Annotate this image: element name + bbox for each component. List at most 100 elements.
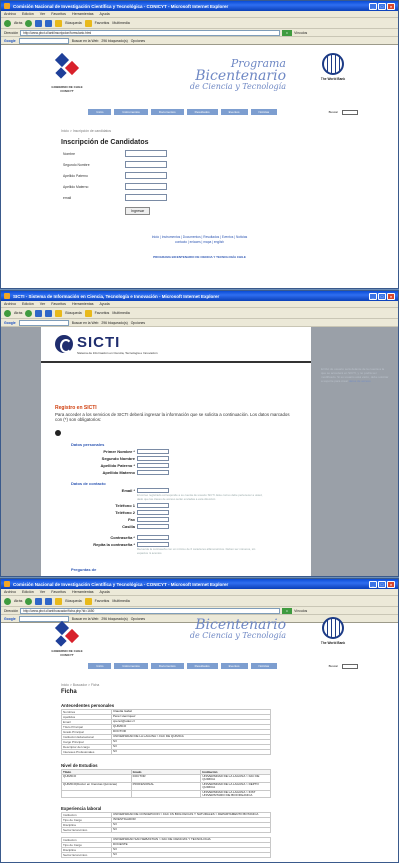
help-link[interactable]: datos de acceso	[349, 379, 371, 383]
menu-edicion[interactable]: Edición	[22, 302, 34, 306]
back-icon[interactable]	[4, 597, 11, 605]
menu-ver[interactable]: Ver	[40, 302, 45, 306]
breadcrumb[interactable]: Inicio > Buscador > Ficha	[61, 683, 398, 687]
google-search-button[interactable]: Buscar en la Web	[72, 321, 99, 325]
nombre-input[interactable]	[125, 150, 167, 157]
forward-icon[interactable]	[25, 597, 33, 605]
media-button[interactable]: Multimedia	[112, 311, 129, 315]
google-options-button[interactable]: Opciones	[131, 39, 145, 43]
google-search-input[interactable]	[18, 319, 69, 326]
nav-inicio[interactable]: Inicio	[88, 663, 112, 669]
search-button[interactable]: Búsqueda	[65, 599, 81, 603]
back-icon[interactable]	[4, 309, 11, 317]
telefono-2-input[interactable]	[137, 509, 169, 515]
links-label[interactable]: Vínculos	[294, 609, 307, 613]
go-button[interactable]: Ir	[282, 29, 293, 36]
google-options-button[interactable]: Opciones	[131, 321, 145, 325]
address-input[interactable]: http://www.pbct.cl/ant/buscador/ficha.ph…	[20, 607, 281, 614]
maximize-button[interactable]: □	[378, 580, 386, 588]
casilla-input[interactable]	[137, 523, 169, 529]
nav-documentos[interactable]: Documentos	[150, 109, 184, 115]
menu-edicion[interactable]: Edición	[22, 12, 34, 16]
breadcrumb[interactable]: Inicio > Inscripción de candidatos	[61, 129, 398, 133]
nav-instrumentos[interactable]: Instrumentos	[114, 109, 148, 115]
menu-ayuda[interactable]: Ayuda	[100, 302, 110, 306]
menu-archivo[interactable]: Archivo	[4, 590, 16, 594]
nav-noticias[interactable]: Noticias	[250, 109, 278, 115]
back-icon[interactable]	[4, 19, 11, 27]
telefono-1-input[interactable]	[137, 502, 169, 508]
refresh-icon[interactable]	[45, 309, 53, 317]
site-search-input[interactable]	[342, 663, 358, 669]
segundo-nombre-input[interactable]	[125, 161, 167, 168]
close-button[interactable]: ×	[387, 2, 395, 10]
email-input[interactable]	[137, 487, 169, 493]
menu-archivo[interactable]: Archivo	[4, 302, 16, 306]
links-label[interactable]: Vínculos	[294, 31, 307, 35]
stop-icon[interactable]	[35, 597, 43, 605]
minimize-button[interactable]: _	[369, 580, 377, 588]
popup-blocked-label[interactable]: 296 bloqueado(s)	[101, 321, 127, 325]
apellido-materno-input[interactable]	[137, 469, 169, 475]
menu-herramientas[interactable]: Herramientas	[72, 302, 94, 306]
close-button[interactable]: ×	[387, 292, 395, 300]
back-button[interactable]: Atrás	[14, 311, 22, 315]
address-input[interactable]: http://www.pbct.cl/ant/inscripcion/formu…	[20, 29, 281, 36]
primer-nombre-input[interactable]	[137, 448, 169, 454]
favorites-button[interactable]: Favoritos	[95, 599, 110, 603]
segundo-nombre-input[interactable]	[137, 455, 169, 461]
apellido-paterno-input[interactable]	[125, 172, 167, 179]
popup-blocked-label[interactable]: 296 bloqueado(s)	[101, 617, 127, 621]
google-search-button[interactable]: Buscar en la Web	[72, 39, 99, 43]
favorites-icon[interactable]	[84, 19, 92, 27]
nav-noticias[interactable]: Noticias	[250, 663, 278, 669]
refresh-icon[interactable]	[45, 597, 53, 605]
nav-documentos[interactable]: Documentos	[150, 663, 184, 669]
menu-ver[interactable]: Ver	[40, 590, 45, 594]
footer-links-line2[interactable]: contacto | enlaces | mapa | english	[70, 240, 330, 245]
menu-archivo[interactable]: Archivo	[4, 12, 16, 16]
menu-favoritos[interactable]: Favoritos	[51, 12, 66, 16]
forward-icon[interactable]	[25, 309, 33, 317]
nav-inicio[interactable]: Inicio	[88, 109, 112, 115]
popup-blocked-label[interactable]: 296 bloqueado(s)	[101, 39, 127, 43]
back-button[interactable]: Atrás	[14, 599, 22, 603]
google-search-input[interactable]	[18, 37, 69, 44]
menu-ver[interactable]: Ver	[40, 12, 45, 16]
go-button[interactable]: Ir	[282, 607, 293, 614]
media-button[interactable]: Multimedia	[112, 21, 129, 25]
stop-icon[interactable]	[35, 19, 43, 27]
back-button[interactable]: Atrás	[14, 21, 22, 25]
close-button[interactable]: ×	[387, 580, 395, 588]
nav-eventos[interactable]: Eventos	[220, 109, 248, 115]
nav-resultados[interactable]: Resultados	[186, 663, 218, 669]
repita-contrasena-input[interactable]	[137, 541, 169, 547]
apellido-materno-input[interactable]	[125, 183, 167, 190]
nav-eventos[interactable]: Eventos	[220, 663, 248, 669]
menu-favoritos[interactable]: Favoritos	[51, 590, 66, 594]
nav-resultados[interactable]: Resultados	[186, 109, 218, 115]
menu-herramientas[interactable]: Herramientas	[72, 12, 94, 16]
contrasena-input[interactable]	[137, 534, 169, 540]
home-icon[interactable]	[55, 19, 63, 27]
home-icon[interactable]	[55, 309, 63, 317]
search-button[interactable]: Búsqueda	[65, 21, 81, 25]
minimize-button[interactable]: _	[369, 2, 377, 10]
google-search-button[interactable]: Buscar en la Web	[72, 617, 99, 621]
menu-ayuda[interactable]: Ayuda	[100, 590, 110, 594]
favorites-button[interactable]: Favoritos	[95, 311, 110, 315]
home-icon[interactable]	[55, 597, 63, 605]
maximize-button[interactable]: □	[378, 2, 386, 10]
favorites-icon[interactable]	[84, 597, 92, 605]
email-input[interactable]	[125, 194, 167, 201]
menu-herramientas[interactable]: Herramientas	[72, 590, 94, 594]
media-button[interactable]: Multimedia	[112, 599, 129, 603]
refresh-icon[interactable]	[45, 19, 53, 27]
fax-input[interactable]	[137, 516, 169, 522]
site-search-input[interactable]	[342, 109, 358, 115]
forward-icon[interactable]	[25, 19, 33, 27]
ingresar-button[interactable]: Ingresar	[125, 207, 151, 215]
apellido-paterno-input[interactable]	[137, 462, 169, 468]
nav-instrumentos[interactable]: Instrumentos	[114, 663, 148, 669]
search-button[interactable]: Búsqueda	[65, 311, 81, 315]
